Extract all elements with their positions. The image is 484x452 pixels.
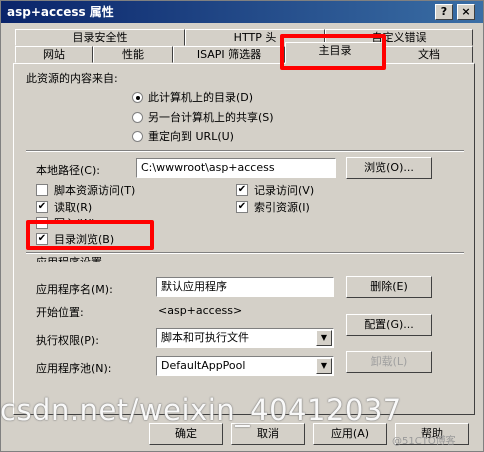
chevron-down-icon[interactable]: ▼ [316,358,332,374]
log-visits-label[interactable]: 记录访问(V) [254,182,314,198]
checkbox-read[interactable]: ✔ [36,201,48,213]
radio-redirect-url-label[interactable]: 重定向到 URL(U) [148,128,234,144]
window-title: asp+access 属性 [7,5,114,19]
highlight-directory-browsing [26,220,154,250]
remove-button[interactable]: 删除(E) [346,276,432,298]
execute-permissions-select[interactable]: 脚本和可执行文件 ▼ [156,328,334,348]
radio-local-directory-label[interactable]: 此计算机上的目录(D) [148,89,253,105]
content-source-label: 此资源的内容来自: [26,72,118,85]
app-settings-label: 应用程序设置 [36,254,102,262]
script-source-access-label[interactable]: 脚本资源访问(T) [54,182,135,198]
radio-redirect-url[interactable] [132,131,143,142]
chevron-down-icon[interactable]: ▼ [316,330,332,346]
app-name-label: 应用程序名(M): [36,283,113,296]
watermark-text: csdn.net/weixin_40412037 [0,393,402,427]
execute-permissions-label: 执行权限(P): [36,334,99,347]
tab-performance[interactable]: 性能 [93,46,173,63]
radio-local-directory[interactable] [132,92,143,103]
tab-website[interactable]: 网站 [15,46,93,63]
close-icon[interactable]: × [457,4,475,20]
checkbox-log-visits[interactable]: ✔ [236,184,248,196]
execute-permissions-value: 脚本和可执行文件 [161,331,249,344]
app-pool-select[interactable]: DefaultAppPool ▼ [156,356,334,376]
radio-network-share-label[interactable]: 另一台计算机上的共享(S) [148,109,274,125]
local-path-label: 本地路径(C): [36,164,100,177]
highlight-home-directory-tab [280,34,386,70]
watermark-small: @51CTO博客 [392,436,456,447]
app-name-input[interactable]: 默认应用程序 [156,277,334,297]
start-point-label: 开始位置: [36,306,84,319]
checkbox-index-resource[interactable]: ✔ [236,201,248,213]
tab-directory-security[interactable]: 目录安全性 [15,29,185,46]
configure-button[interactable]: 配置(G)... [346,314,432,336]
unload-button[interactable]: 卸载(L) [346,351,432,373]
tab-isapi-filters[interactable]: ISAPI 筛选器 [173,46,285,63]
index-resource-label[interactable]: 索引资源(I) [254,199,310,215]
local-path-input[interactable]: C:\wwwroot\asp+access [136,158,336,178]
app-pool-value: DefaultAppPool [161,359,246,372]
radio-network-share[interactable] [132,112,143,123]
divider [26,150,464,152]
help-icon[interactable]: ? [435,4,453,20]
browse-button[interactable]: 浏览(O)... [346,157,432,179]
start-point-value: <asp+access> [158,304,243,317]
app-pool-label: 应用程序池(N): [36,362,112,375]
read-label[interactable]: 读取(R) [54,199,92,215]
title-bar[interactable]: asp+access 属性 ? × [1,1,483,23]
checkbox-script-source-access[interactable] [36,184,48,196]
tab-documents[interactable]: 文档 [385,46,473,63]
